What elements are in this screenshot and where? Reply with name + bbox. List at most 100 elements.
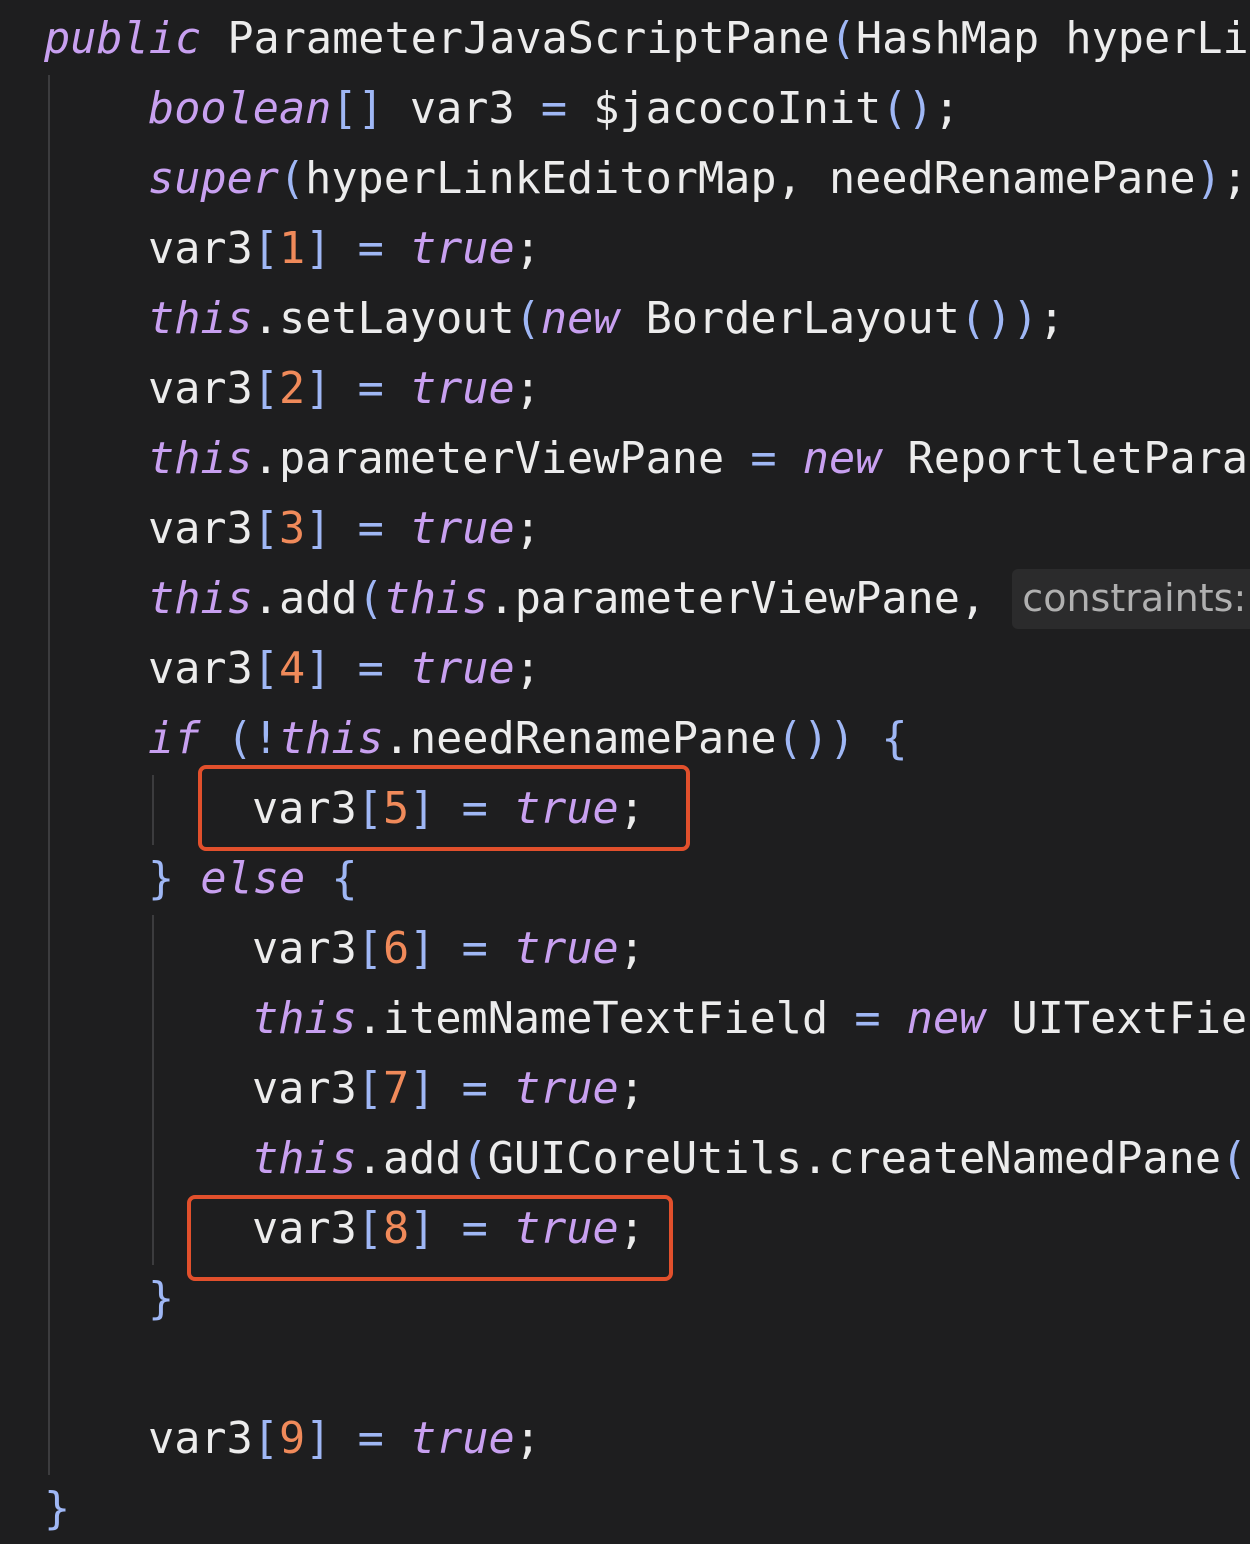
code-text: var3 bbox=[252, 924, 357, 974]
punctuation: ] bbox=[305, 644, 332, 694]
code-line-15[interactable]: this.itemNameTextField = new UITextFiel bbox=[252, 984, 1250, 1054]
punctuation: = bbox=[854, 994, 881, 1044]
keyword: new bbox=[906, 994, 986, 1044]
code-text: .add bbox=[356, 1134, 462, 1184]
punctuation: = bbox=[357, 224, 384, 274]
punctuation: [ bbox=[252, 1414, 279, 1464]
code-line-7[interactable]: this.parameterViewPane = new ReportletPa… bbox=[148, 424, 1250, 494]
code-line-10[interactable]: var3[4] = true; bbox=[148, 634, 541, 704]
punctuation: = bbox=[357, 364, 384, 414]
punctuation: ] bbox=[409, 1064, 436, 1114]
keyword: public bbox=[44, 14, 202, 64]
code-line-21[interactable]: var3[9] = true; bbox=[148, 1404, 541, 1474]
code-line-1[interactable]: public ParameterJavaScriptPane(HashMap h… bbox=[44, 4, 1250, 74]
code-line-5[interactable]: this.setLayout(new BorderLayout()); bbox=[148, 284, 1065, 354]
code-line-14[interactable]: var3[6] = true; bbox=[252, 914, 645, 984]
keyword: this bbox=[252, 1134, 357, 1184]
code-text: BorderLayout bbox=[619, 294, 960, 344]
punctuation: = bbox=[357, 1414, 384, 1464]
punctuation: = bbox=[540, 84, 568, 134]
punctuation: ( bbox=[829, 14, 856, 64]
code-text: ReportletParam bbox=[881, 434, 1250, 484]
punctuation: ] bbox=[305, 224, 332, 274]
highlight-box-var3-5 bbox=[198, 765, 690, 851]
number: 4 bbox=[278, 644, 306, 694]
keyword: this bbox=[383, 574, 489, 624]
number: 9 bbox=[278, 1414, 306, 1464]
code-text: .add bbox=[252, 574, 358, 624]
punctuation: (! bbox=[226, 714, 279, 764]
keyword: boolean bbox=[148, 84, 332, 134]
indent-guide-method bbox=[48, 75, 50, 1475]
number: 6 bbox=[382, 924, 410, 974]
punctuation: ] bbox=[305, 1414, 332, 1464]
indent-guide-if-block bbox=[152, 775, 154, 845]
code-text: ; bbox=[1221, 154, 1248, 204]
keyword: true bbox=[513, 924, 619, 974]
code-text: hyperLinkEditorMap, needRenamePane bbox=[305, 154, 1196, 204]
keyword: this bbox=[252, 994, 357, 1044]
code-line-22[interactable]: } bbox=[44, 1474, 70, 1544]
punctuation: ] bbox=[305, 364, 332, 414]
code-line-19[interactable]: } bbox=[148, 1264, 174, 1334]
code-text: var3 bbox=[148, 504, 253, 554]
code-text: .parameterViewPane bbox=[252, 434, 751, 484]
code-line-11[interactable]: if (!this.needRenamePane()) { bbox=[148, 704, 908, 774]
code-editor[interactable]: public ParameterJavaScriptPane(HashMap h… bbox=[0, 0, 1250, 1540]
punctuation: [ bbox=[252, 644, 279, 694]
code-text: ; bbox=[618, 924, 645, 974]
code-line-16[interactable]: var3[7] = true; bbox=[252, 1054, 645, 1124]
code-text: var3 bbox=[148, 224, 253, 274]
code-line-17[interactable]: this.add(GUICoreUtils.createNamedPane(t bbox=[252, 1124, 1250, 1194]
code-text: ; bbox=[514, 644, 541, 694]
code-line-2[interactable]: boolean[] var3 = $jacocoInit(); bbox=[148, 74, 960, 144]
code-text: ; bbox=[618, 1064, 645, 1114]
keyword: if bbox=[148, 714, 201, 764]
number: 3 bbox=[278, 504, 306, 554]
punctuation: [ bbox=[252, 504, 279, 554]
code-text: ParameterJavaScriptPane bbox=[201, 14, 830, 64]
punctuation: () bbox=[881, 84, 934, 134]
code-line-13[interactable]: } else { bbox=[148, 844, 358, 914]
code-line-9[interactable]: this.add(this.parameterViewPane, constra… bbox=[148, 564, 1250, 634]
punctuation: ( bbox=[514, 294, 541, 344]
code-text: ; bbox=[514, 364, 541, 414]
code-line-6[interactable]: var3[2] = true; bbox=[148, 354, 541, 424]
number: 7 bbox=[382, 1064, 410, 1114]
keyword: this bbox=[278, 714, 384, 764]
punctuation: ] bbox=[305, 504, 332, 554]
code-line-4[interactable]: var3[1] = true; bbox=[148, 214, 541, 284]
punctuation: ()) bbox=[959, 294, 1039, 344]
keyword: true bbox=[513, 1064, 619, 1114]
code-text: var3 bbox=[383, 84, 541, 134]
punctuation: ( bbox=[461, 1134, 488, 1184]
code-text: ; bbox=[514, 504, 541, 554]
punctuation: { bbox=[331, 854, 358, 904]
punctuation: } bbox=[148, 1274, 175, 1324]
code-line-3[interactable]: super(hyperLinkEditorMap, needRenamePane… bbox=[148, 144, 1248, 214]
punctuation: [] bbox=[331, 84, 384, 134]
code-text: .itemNameTextField bbox=[356, 994, 855, 1044]
punctuation: ( bbox=[278, 154, 306, 204]
punctuation: ] bbox=[409, 924, 436, 974]
punctuation: } bbox=[148, 854, 175, 904]
punctuation: [ bbox=[252, 364, 279, 414]
code-line-8[interactable]: var3[3] = true; bbox=[148, 494, 541, 564]
keyword: true bbox=[409, 224, 515, 274]
keyword: this bbox=[148, 294, 253, 344]
code-text: ; bbox=[1038, 294, 1065, 344]
punctuation: ( bbox=[357, 574, 384, 624]
punctuation: } bbox=[44, 1484, 71, 1534]
punctuation: [ bbox=[252, 224, 279, 274]
